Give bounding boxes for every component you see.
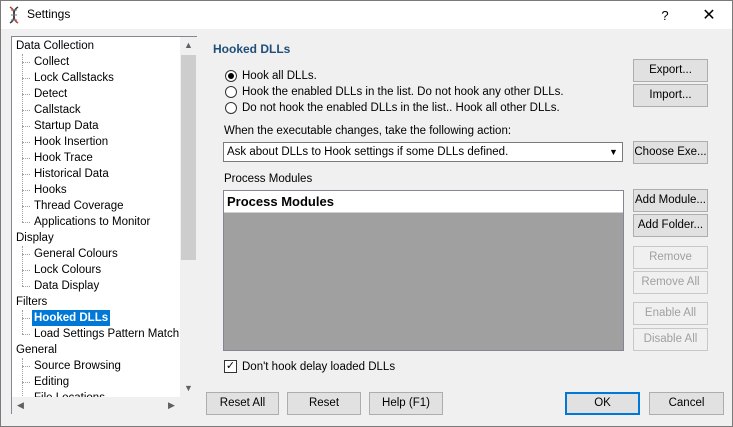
delay-loaded-checkbox-row[interactable]: ✓ Don't hook delay loaded DLLs (224, 360, 395, 373)
tree-connector-line (22, 110, 30, 111)
tree-item[interactable]: File Locations (32, 390, 107, 397)
radio-button-icon[interactable] (225, 102, 237, 114)
tree-item[interactable]: Hook Insertion (32, 134, 110, 150)
tree-item[interactable]: General (14, 342, 59, 358)
tree-connector-line (22, 366, 30, 367)
tree-connector-line (22, 382, 30, 383)
title-bar: Settings ? ✕ (1, 1, 732, 29)
tree-connector-line (22, 158, 30, 159)
tree-item[interactable]: Collect (32, 54, 71, 70)
close-button[interactable]: ✕ (687, 1, 731, 29)
tree-item[interactable]: Applications to Monitor (32, 214, 152, 230)
radio-button-icon[interactable] (225, 70, 237, 82)
tree-connector-line (22, 206, 30, 207)
tree-connector-line (22, 174, 30, 175)
tree-connector-line (22, 246, 23, 286)
reset-button[interactable]: Reset (287, 392, 361, 415)
choose-exe-button[interactable]: Choose Exe... (633, 141, 708, 164)
tree-item[interactable]: Thread Coverage (32, 198, 126, 214)
chevron-down-icon[interactable]: ▼ (605, 143, 622, 161)
tree-connector-line (22, 270, 30, 271)
help-title-button[interactable]: ? (643, 1, 687, 29)
checkbox-icon[interactable]: ✓ (224, 360, 237, 373)
process-modules-list[interactable]: Process Modules (223, 190, 624, 351)
disable-all-button[interactable]: Disable All (633, 328, 708, 351)
tree-item[interactable]: Source Browsing (32, 358, 123, 374)
cancel-button[interactable]: Cancel (649, 392, 724, 415)
radio-hook-enabled[interactable]: Hook the enabled DLLs in the list. Do no… (225, 84, 564, 100)
radio-hook-all[interactable]: Hook all DLLs. (225, 68, 317, 84)
tree-connector-line (22, 254, 30, 255)
delay-loaded-label: Don't hook delay loaded DLLs (242, 360, 396, 373)
tree-item[interactable]: Filters (14, 294, 49, 310)
tree-item[interactable]: Data Display (32, 278, 101, 294)
scroll-right-icon[interactable]: ▶ (163, 397, 180, 414)
tree-connector-line (22, 142, 30, 143)
radio-label: Hook all DLLs. (242, 70, 317, 82)
tree-connector-line (22, 62, 30, 63)
scroll-left-icon[interactable]: ◀ (12, 397, 29, 414)
process-modules-header: Process Modules (224, 191, 623, 213)
radio-button-icon[interactable] (225, 86, 237, 98)
scroll-thumb[interactable] (181, 55, 196, 260)
scroll-corner (180, 397, 197, 414)
scroll-up-icon[interactable]: ▲ (180, 37, 197, 54)
ok-button[interactable]: OK (565, 392, 640, 415)
settings-tree[interactable]: Data Collection Collect Lock Callstacks Det… (11, 36, 197, 414)
tree-item[interactable]: Editing (32, 374, 71, 390)
import-button[interactable]: Import... (633, 84, 708, 107)
tree-connector-line (22, 334, 30, 335)
add-module-button[interactable]: Add Module... (633, 189, 708, 212)
dna-icon (9, 6, 19, 24)
tree-item[interactable]: Load Settings Pattern Match (32, 326, 180, 342)
tree-connector-line (22, 318, 30, 319)
tree-connector-line (22, 190, 30, 191)
remove-all-button[interactable]: Remove All (633, 271, 708, 294)
tree-connector-line (22, 78, 30, 79)
tree-item[interactable]: Startup Data (32, 118, 101, 134)
tree-item[interactable]: Lock Callstacks (32, 70, 116, 86)
tree-item[interactable]: General Colours (32, 246, 120, 262)
process-modules-label: Process Modules (224, 173, 313, 185)
tree-item[interactable]: Hooks (32, 182, 69, 198)
exe-change-action-select[interactable]: Ask about DLLs to Hook settings if some … (223, 142, 623, 162)
remove-button[interactable]: Remove (633, 246, 708, 269)
tree-connector-line (22, 126, 30, 127)
tree-horizontal-scrollbar[interactable]: ◀ ▶ (12, 397, 180, 414)
radio-label: Hook the enabled DLLs in the list. Do no… (242, 86, 564, 98)
tree-connector-line (22, 310, 23, 334)
enable-all-button[interactable]: Enable All (633, 302, 708, 325)
tree-item[interactable]: Data Collection (14, 38, 96, 54)
exe-change-label: When the executable changes, take the fo… (224, 125, 512, 137)
tree-item[interactable]: Lock Colours (32, 262, 103, 278)
tree-connector-line (22, 222, 30, 223)
window-title: Settings (27, 7, 71, 21)
radio-do-not-hook-enabled[interactable]: Do not hook the enabled DLLs in the list… (225, 100, 560, 116)
tree-connector-line (22, 358, 23, 397)
radio-label: Do not hook the enabled DLLs in the list… (242, 102, 560, 114)
tree-connector-line (22, 286, 30, 287)
tree-item[interactable]: Display (14, 230, 56, 246)
settings-window: Settings ? ✕ Data Collection Collect Lock … (0, 0, 733, 427)
exe-change-value: Ask about DLLs to Hook settings if some … (227, 146, 509, 158)
scroll-down-icon[interactable]: ▼ (180, 380, 197, 397)
page-title: Hooked DLLs (213, 42, 291, 56)
reset-all-button[interactable]: Reset All (206, 392, 279, 415)
tree-item[interactable]: Hook Trace (32, 150, 95, 166)
tree-connector-line (22, 94, 30, 95)
tree-connector-line (22, 54, 23, 222)
help-button[interactable]: Help (F1) (369, 392, 443, 415)
tree-item[interactable]: Callstack (32, 102, 83, 118)
tree-item[interactable]: Historical Data (32, 166, 111, 182)
add-folder-button[interactable]: Add Folder... (633, 214, 708, 237)
tree-items-container: Data Collection Collect Lock Callstacks Det… (12, 37, 180, 397)
tree-vertical-scrollbar[interactable]: ▲ ▼ (180, 37, 197, 397)
tree-item[interactable]: Hooked DLLs (30, 309, 112, 327)
export-button[interactable]: Export... (633, 59, 708, 82)
tree-item[interactable]: Detect (32, 86, 69, 102)
